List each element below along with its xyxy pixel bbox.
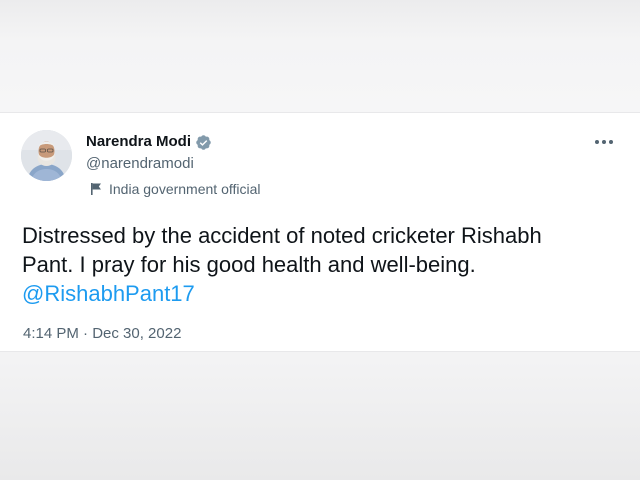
more-options-icon[interactable] [595, 135, 613, 149]
avatar[interactable] [21, 130, 72, 181]
affiliation-text: India government official [109, 181, 261, 197]
tweet-timestamp[interactable]: 4:14 PM · Dec 30, 2022 [23, 325, 181, 343]
affiliation-label: India government official [90, 180, 261, 198]
verified-badge-icon [195, 134, 212, 151]
tweet-text-line: Distressed by the accident of noted cric… [22, 223, 542, 248]
tweet-text: Distressed by the accident of noted cric… [22, 221, 622, 308]
tweet-text-line: Pant. I pray for his good health and wel… [22, 252, 476, 277]
author-handle[interactable]: @narendramodi [86, 155, 194, 173]
author-name-row[interactable]: Narendra Modi [86, 133, 212, 151]
tweet-card: Narendra Modi @narendramodi India govern… [0, 112, 640, 352]
author-display-name[interactable]: Narendra Modi [86, 133, 191, 151]
mention-link[interactable]: @RishabhPant17 [22, 279, 622, 308]
flag-icon [90, 182, 103, 196]
